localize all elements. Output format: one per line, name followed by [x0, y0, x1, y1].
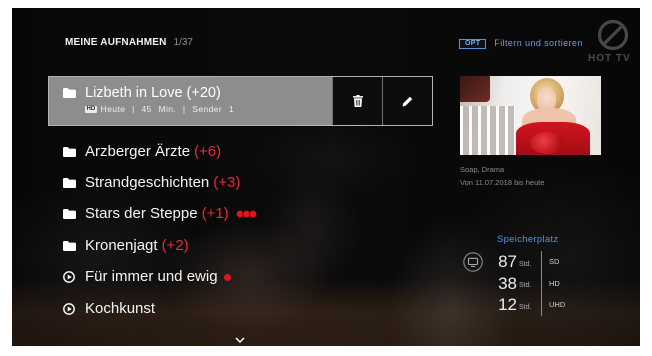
list-item[interactable]: Stars der Steppe (+1) [48, 199, 433, 230]
episode-thumbnail [460, 76, 601, 155]
folder-icon [63, 88, 76, 98]
item-name: Strandgeschichten [85, 174, 210, 192]
tv-icon [463, 252, 483, 272]
item-name: Für immer und ewig [85, 268, 218, 286]
episode-count: (+20) [186, 85, 221, 101]
storage-quality: UHD [541, 294, 565, 316]
item-name: Kochkunst [85, 299, 156, 317]
quality-badge: HD [85, 105, 97, 113]
item-title: Lizbeth in Love (+20) [85, 84, 221, 102]
item-name: Stars der Steppe [85, 205, 198, 223]
storage-table: 87 Std. SD 38 Std. HD 12 Std. UHD [496, 251, 565, 316]
storage-unit: Std. [519, 303, 532, 311]
item-meta: HD Heute | 45 Min. | Sender 1 [85, 104, 234, 114]
filter-sort-option[interactable]: OPT Filtern und sortieren [459, 38, 583, 49]
edit-button[interactable] [382, 77, 432, 125]
delete-button[interactable] [332, 77, 382, 125]
pencil-icon [402, 96, 413, 106]
recording-dot-icon [223, 273, 231, 281]
folder-icon [63, 146, 76, 157]
play-circle-icon [63, 302, 75, 315]
tv-screen: MEINE AUFNAHMEN 1/37 OPT Filtern und sor… [12, 8, 640, 346]
page-title: MEINE AUFNAHMEN [65, 37, 167, 48]
item-name: Kronenjagt [85, 236, 158, 254]
item-name: Arzberger Ärzte [85, 142, 191, 160]
hot-logo-icon [597, 19, 629, 51]
date-range-text: Von 11.07.2018 bis heute [460, 178, 545, 187]
storage-row: 87 Std. SD [496, 251, 565, 273]
logo-text: HOT TV [588, 53, 631, 64]
filter-sort-label: Filtern und sortieren [494, 38, 583, 48]
thumbnail-railing [460, 106, 515, 155]
list-item[interactable]: Arzberger Ärzte (+6) [48, 136, 433, 167]
episode-count: (+1) [201, 205, 229, 223]
storage-quality: SD [541, 251, 559, 273]
play-circle-icon [63, 271, 75, 284]
storage-row: 38 Std. HD [496, 272, 565, 294]
storage-unit: Std. [519, 260, 532, 268]
item-meta-text: Heute | 45 Min. | Sender 1 [100, 104, 234, 114]
thumbnail-furniture [460, 76, 490, 102]
thumbnail-flowers [530, 132, 564, 154]
genre-text: Soap, Drama [460, 165, 505, 174]
storage-row: 12 Std. UHD [496, 294, 565, 316]
trash-icon [352, 95, 363, 107]
storage-hours: 38 [498, 273, 517, 293]
storage-hours: 87 [498, 252, 517, 271]
selected-item-info[interactable]: Lizbeth in Love (+20) HD Heute | 45 Min. … [49, 77, 332, 125]
list-item[interactable]: Für immer und ewig [48, 262, 433, 293]
selected-list-item[interactable]: Lizbeth in Love (+20) HD Heute | 45 Min. … [48, 76, 433, 126]
recordings-list: Arzberger Ärzte (+6) Strandgeschichten (… [48, 136, 433, 324]
storage-title: Speicherplatz [497, 234, 559, 245]
episode-count: (+6) [194, 142, 222, 160]
series-recording-icon [235, 210, 257, 219]
item-name: Lizbeth in Love [85, 85, 183, 101]
page-header: MEINE AUFNAHMEN 1/37 [65, 37, 193, 49]
folder-icon [63, 178, 76, 189]
episode-count: (+2) [161, 236, 189, 254]
list-item[interactable]: Strandgeschichten (+3) [48, 167, 433, 198]
storage-quality: HD [541, 272, 560, 294]
folder-icon [63, 240, 76, 251]
opt-key-badge: OPT [459, 38, 487, 49]
recording-counter: 1/37 [173, 37, 193, 48]
chevron-down-icon[interactable] [235, 337, 245, 343]
list-item[interactable]: Kronenjagt (+2) [48, 230, 433, 261]
storage-hours: 12 [498, 295, 517, 314]
episode-count: (+3) [213, 174, 241, 192]
list-item[interactable]: Kochkunst [48, 293, 433, 324]
folder-icon [63, 209, 76, 220]
storage-unit: Std. [519, 282, 532, 290]
